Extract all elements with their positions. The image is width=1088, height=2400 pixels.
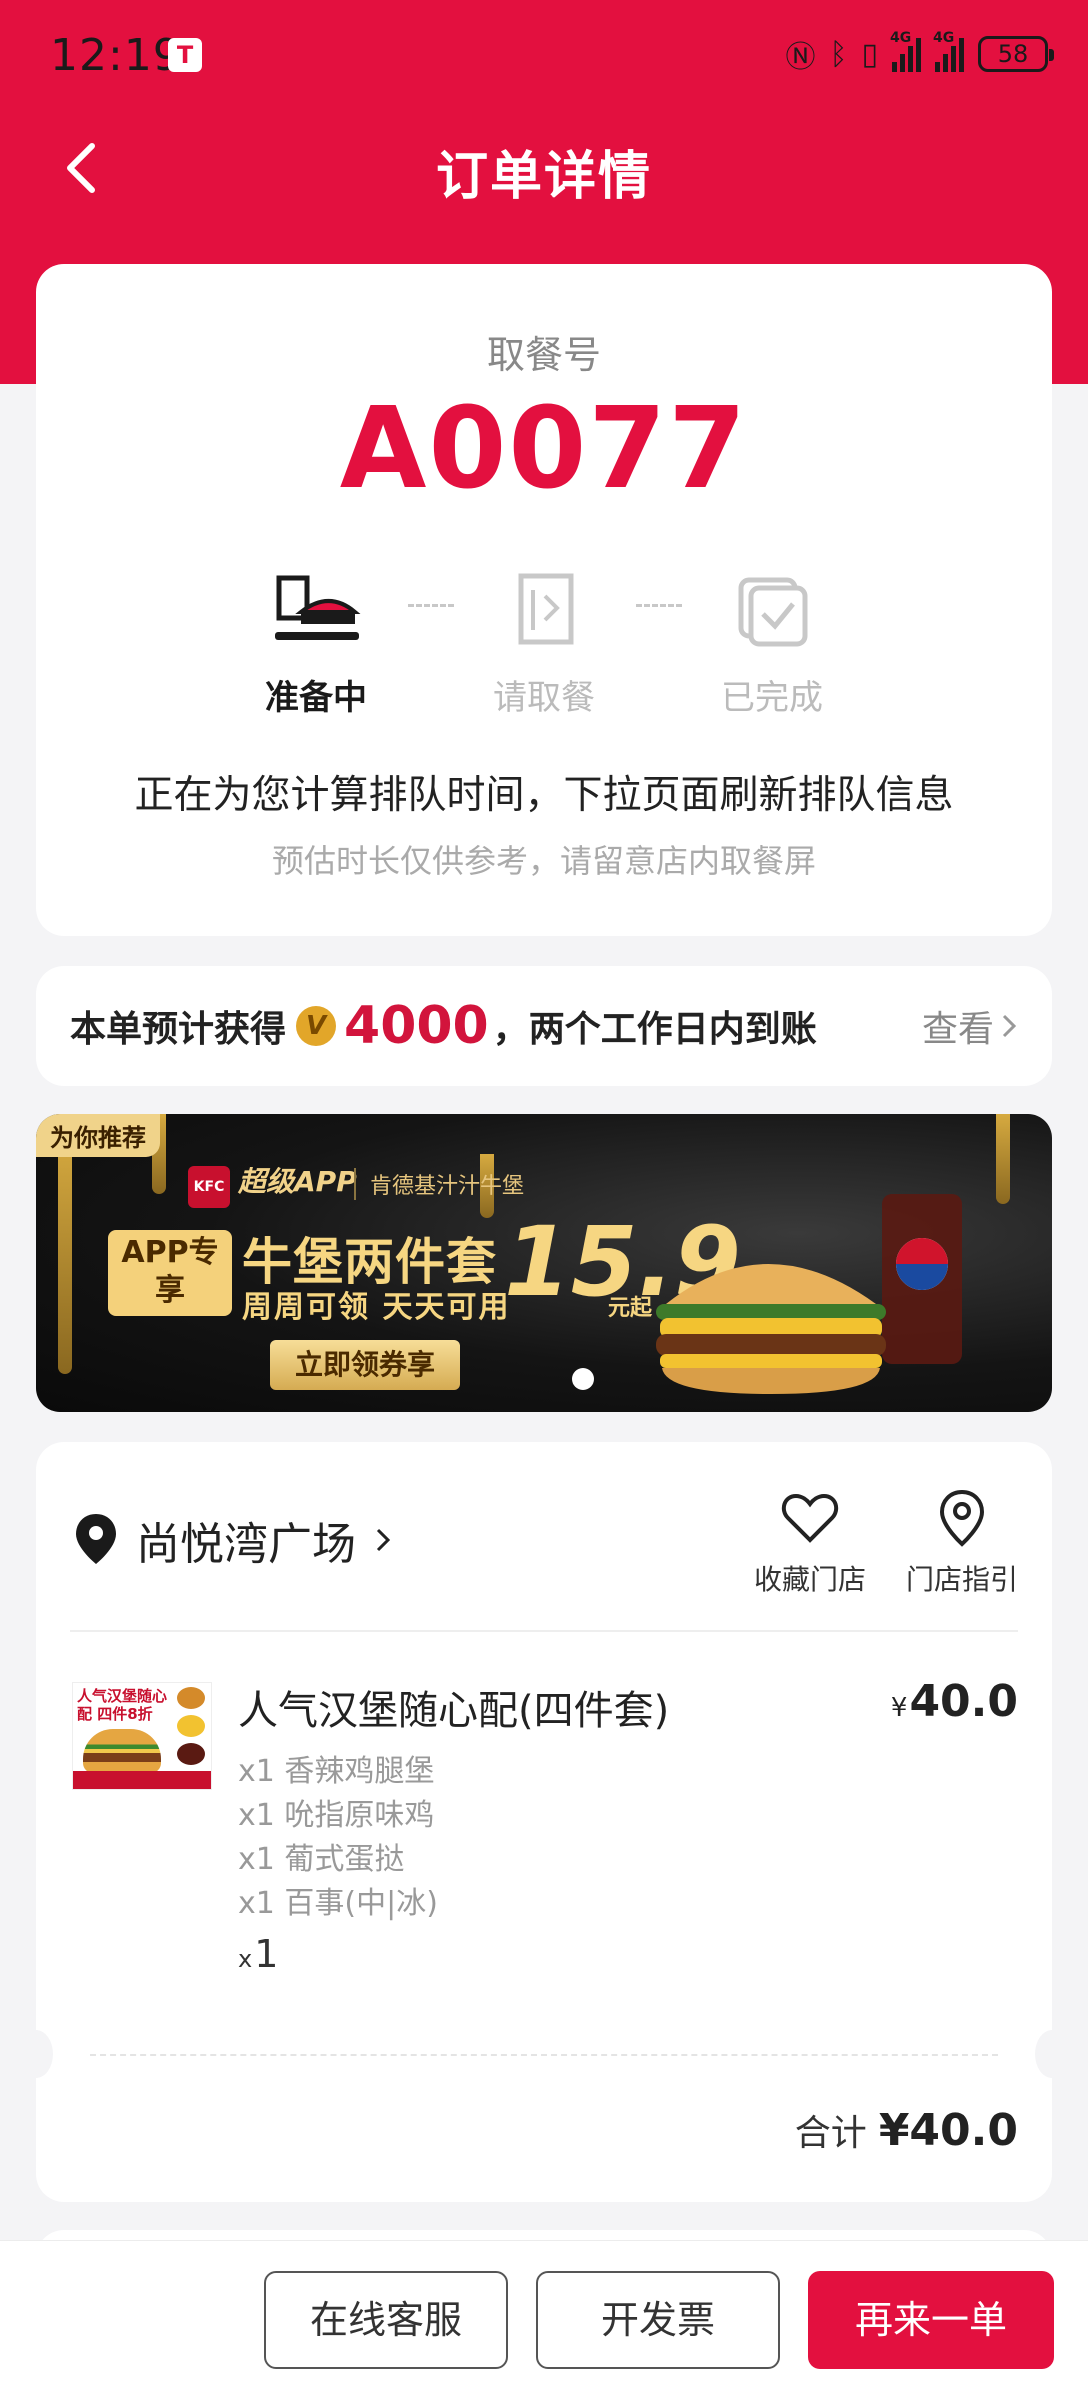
chevron-right-icon <box>376 1528 391 1552</box>
vibrate-icon: ▯ <box>861 36 878 72</box>
dashed-divider <box>90 2054 998 2056</box>
step-label: 已完成 <box>721 678 823 718</box>
points-card: 本单预计获得 V 4000 ，两个工作日内到账 查看 <box>36 966 1052 1086</box>
product-thumbnail: 人气汉堡随心配 四件8折 <box>72 1682 212 1790</box>
heart-icon <box>781 1493 839 1543</box>
points-info: 本单预计获得 V 4000 ，两个工作日内到账 <box>70 966 817 1086</box>
store-name: 尚悦湾广场 <box>136 1519 356 1570</box>
v-gold-icon: V <box>296 1006 337 1046</box>
sub-item: x1 百事(中|冰) <box>238 1886 438 1921</box>
queue-note: 预估时长仅供参考，请留意店内取餐屏 <box>271 842 816 880</box>
tray-meal-icon <box>275 575 361 640</box>
sub-item-list: x1 香辣鸡腿堡 x1 吮指原味鸡 x1 葡式蛋挞 x1 百事(中|冰) <box>238 1750 438 1926</box>
item-name: 人气汉堡随心配(四件套) <box>238 1688 670 1734</box>
queue-message: 正在为您计算排队时间，下拉页面刷新排队信息 <box>134 773 954 818</box>
signal-icon: 4G <box>933 30 964 72</box>
location-pin-icon <box>76 1514 116 1564</box>
bottom-action-bar: 在线客服 开发票 再来一单 <box>0 2240 1088 2400</box>
order-card: 尚悦湾广场 收藏门店 门店指引 人气汉堡随心配 四件8折 人气汉堡随心配(四件套… <box>36 1442 1052 2202</box>
invoice-button[interactable]: 开发票 <box>536 2271 780 2369</box>
total-label: 合计 <box>794 2113 867 2154</box>
sub-item: x1 葡式蛋挞 <box>238 1842 405 1877</box>
points-suffix: ，两个工作日内到账 <box>492 1009 817 1050</box>
status-icons: Ⓝ ᛒ ▯ 4G 4G 58 <box>785 30 1054 76</box>
item-price: ¥40.0 <box>890 1676 1018 1727</box>
page-title: 订单详情 <box>435 147 652 207</box>
pickup-number: A0077 <box>339 384 749 514</box>
favorite-label: 收藏门店 <box>753 1563 866 1596</box>
step-label: 请取餐 <box>493 678 595 718</box>
divider <box>70 1630 1018 1632</box>
ticket-notch <box>36 2030 53 2078</box>
checked-bag-icon <box>738 577 808 647</box>
order-total: 合计 ¥40.0 <box>795 2104 1018 2156</box>
claim-coupon-button[interactable]: 立即领券享 <box>270 1340 460 1390</box>
app-only-badge: APP专享 <box>108 1230 232 1316</box>
online-service-button[interactable]: 在线客服 <box>264 2271 508 2369</box>
gold-drip <box>58 1134 72 1374</box>
step-completed: 已完成 <box>672 570 872 719</box>
store-link[interactable]: 尚悦湾广场 <box>136 1508 392 1572</box>
kfc-logo: KFC <box>188 1166 230 1208</box>
banner-subtitle: 肯德基汁汁牛堡 <box>354 1168 524 1200</box>
favorite-store-button[interactable]: 收藏门店 <box>740 1488 880 1598</box>
status-bar: 12:19 T Ⓝ ᛒ ▯ 4G 4G 58 <box>0 0 1088 110</box>
sub-item: x1 香辣鸡腿堡 <box>238 1754 435 1789</box>
signal-icon: 4G <box>890 30 921 72</box>
item-quantity: x1 <box>238 1932 279 1976</box>
step-preparing: 准备中 <box>216 570 416 719</box>
store-guide-button[interactable]: 门店指引 <box>892 1488 1032 1598</box>
points-prefix: 本单预计获得 <box>70 1009 287 1050</box>
total-value: ¥40.0 <box>878 2105 1018 2156</box>
sub-item: x1 吮指原味鸡 <box>238 1798 435 1833</box>
ticket-notch <box>1035 2030 1052 2078</box>
view-label: 查看 <box>921 1009 994 1050</box>
recommend-tag: 为你推荐 <box>36 1114 160 1157</box>
pickup-label: 取餐号 <box>486 333 601 377</box>
banner-app-name: 超级APP <box>238 1165 357 1198</box>
location-outline-icon <box>939 1489 985 1547</box>
bluetooth-icon: ᛒ <box>829 36 848 72</box>
banner-subline: 周周可领 天天可用 <box>242 1290 511 1325</box>
guide-label: 门店指引 <box>905 1563 1018 1596</box>
reorder-button[interactable]: 再来一单 <box>808 2271 1054 2369</box>
burger-drink-image <box>656 1194 962 1394</box>
status-time: 12:19 <box>50 30 182 81</box>
chevron-right-icon <box>1002 1014 1017 1038</box>
receipt-icon <box>518 573 574 645</box>
carousel-indicator <box>572 1368 594 1390</box>
battery-icon: 58 <box>978 36 1054 72</box>
step-pickup: 请取餐 <box>444 570 644 719</box>
thumbnail-text: 人气汉堡随心配 四件8折 <box>77 1687 168 1723</box>
pickup-card: 取餐号 A0077 准备中 请取餐 已完成 正在为您计算排队时间，下拉页面刷新排… <box>36 264 1052 936</box>
tesla-app-icon: T <box>168 38 202 72</box>
view-points-link[interactable]: 查看 <box>922 966 1018 1086</box>
promo-banner[interactable]: 为你推荐 KFC 超级APP 肯德基汁汁牛堡 APP专享 牛堡两件套 15.9 … <box>36 1114 1052 1412</box>
nfc-icon: Ⓝ <box>785 40 816 75</box>
gold-drip <box>996 1114 1010 1204</box>
points-value: 4000 <box>344 996 489 1056</box>
step-label: 准备中 <box>265 678 367 718</box>
